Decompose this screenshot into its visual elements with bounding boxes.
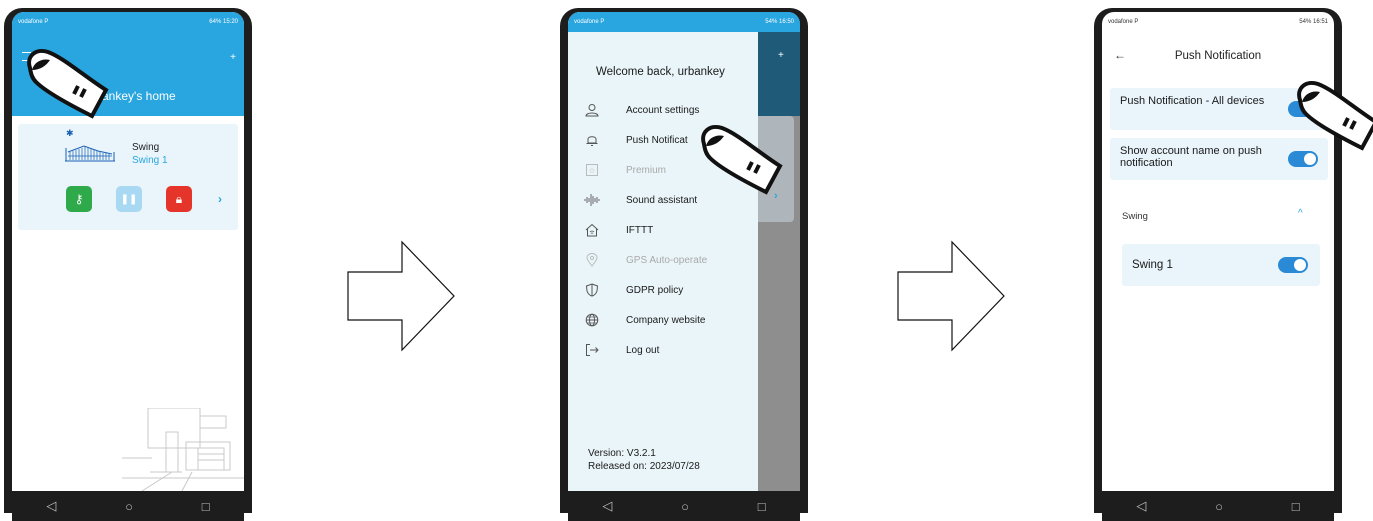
swing-gate-icon (65, 145, 115, 162)
menu-item-company-website[interactable]: Company website (584, 310, 754, 330)
setting-label: Show account name on push notification (1120, 145, 1262, 169)
status-bar: vodafone P 54% 16:50 (568, 12, 800, 32)
status-right: 54% 16:51 (1299, 19, 1328, 25)
pause-button[interactable]: ❚❚ (116, 186, 142, 212)
system-nav-bar: ◁ ○ □ (1102, 491, 1334, 521)
page-title: Push Notification (1174, 50, 1262, 62)
phone-frame-home: vodafone P 64% 15:20 + ankey's home ✱ Sw… (4, 8, 252, 521)
menu-label: GPS Auto-operate (626, 254, 708, 266)
nav-back-button[interactable]: ◁ (602, 498, 612, 514)
svg-text:☆: ☆ (588, 166, 595, 175)
menu-label: Company website (626, 314, 706, 326)
clock-text: 16:51 (1312, 19, 1328, 25)
add-icon[interactable]: + (230, 52, 236, 63)
device-card[interactable]: ✱ Swing Swing 1 ⚷ ❚❚ 🔒︎ › (18, 124, 238, 230)
chevron-right-icon[interactable]: › (218, 192, 222, 206)
menu-label: Account settings (626, 104, 700, 116)
bluetooth-icon: ✱ (66, 128, 74, 138)
logout-icon (584, 342, 600, 358)
soundwave-icon (584, 192, 600, 208)
menu-label: Premium (626, 164, 667, 176)
menu-item-account-settings[interactable]: Account settings (584, 100, 754, 120)
step-arrow-icon (897, 240, 1005, 352)
version-info: Version: V3.2.1 Released on: 2023/07/28 (588, 447, 700, 473)
menu-label: GDPR policy (626, 284, 684, 296)
finger-tap-icon (701, 125, 783, 195)
carrier-text: vodafone P (1108, 19, 1139, 25)
carrier-text: vodafone P (574, 19, 605, 25)
menu-screen: › + vodafone P 54% 16:50 Welcome back, u… (568, 12, 800, 491)
welcome-text: Welcome back, urbankey (596, 66, 725, 78)
clock-text: 15:20 (222, 19, 238, 25)
release-date-text: Released on: 2023/07/28 (588, 461, 700, 472)
menu-label: Log out (626, 344, 660, 356)
menu-item-log-out[interactable]: Log out (584, 340, 754, 360)
star-icon: ☆ (584, 162, 600, 178)
status-bar: vodafone P 54% 16:51 (1102, 12, 1334, 32)
battery-text: 54% (765, 19, 778, 25)
finger-tap-icon (1297, 81, 1373, 151)
status-right: 54% 16:50 (765, 19, 794, 25)
system-nav-bar: ◁ ○ □ (12, 491, 244, 521)
pause-icon: ❚❚ (120, 193, 138, 205)
version-text: Version: V3.2.1 (588, 448, 656, 459)
nav-home-button[interactable]: ○ (125, 499, 133, 514)
menu-label: IFTTT (626, 224, 654, 236)
key-button[interactable]: ⚷ (66, 186, 92, 212)
shield-icon (584, 282, 600, 298)
setting-device-swing-1: Swing 1 (1122, 244, 1320, 286)
dimmed-background[interactable]: › + (758, 12, 800, 491)
nav-home-button[interactable]: ○ (1215, 499, 1223, 514)
battery-text: 64% (209, 19, 222, 25)
carrier-text: vodafone P (18, 19, 49, 25)
home-wifi-icon (584, 222, 600, 238)
finger-tap-icon (27, 49, 109, 119)
step-arrow-icon (347, 240, 455, 352)
phone-frame-push-notification: vodafone P 54% 16:51 ← Push Notification… (1094, 8, 1373, 521)
chevron-up-icon[interactable]: ^ (1298, 208, 1303, 219)
device-label: Swing 1 (1132, 259, 1173, 271)
lock-button[interactable]: 🔒︎ (166, 186, 192, 212)
house-illustration (122, 408, 244, 491)
menu-label: Sound assistant (626, 194, 698, 206)
nav-home-button[interactable]: ○ (681, 499, 689, 514)
nav-back-button[interactable]: ◁ (1136, 498, 1146, 514)
device-name: Swing (132, 142, 160, 153)
nav-recent-button[interactable]: □ (1292, 499, 1300, 514)
device-subname: Swing 1 (132, 155, 168, 166)
menu-label: Push Notificat (626, 134, 688, 146)
swing-1-toggle[interactable] (1278, 257, 1308, 273)
menu-item-ifttt[interactable]: IFTTT (584, 220, 754, 240)
globe-icon (584, 312, 600, 328)
phone-frame-menu: › + vodafone P 54% 16:50 Welcome back, u… (560, 8, 808, 521)
lock-icon: 🔒︎ (175, 191, 183, 206)
nav-recent-button[interactable]: □ (202, 499, 210, 514)
user-icon (584, 102, 600, 118)
side-drawer: vodafone P 54% 16:50 Welcome back, urban… (568, 12, 800, 491)
bell-icon (584, 132, 600, 148)
status-right: 64% 15:20 (209, 19, 238, 25)
key-icon: ⚷ (74, 192, 84, 206)
menu-item-gps-auto-operate[interactable]: GPS Auto-operate (584, 250, 754, 270)
location-icon (584, 252, 600, 268)
clock-text: 16:50 (778, 19, 794, 25)
group-label: Swing (1122, 211, 1148, 222)
menu-item-gdpr-policy[interactable]: GDPR policy (584, 280, 754, 300)
nav-recent-button[interactable]: □ (758, 499, 766, 514)
nav-back-button[interactable]: ◁ (46, 498, 56, 514)
setting-label: Push Notification - All devices (1120, 95, 1265, 107)
status-bar: vodafone P 64% 15:20 (12, 12, 244, 32)
battery-text: 54% (1299, 19, 1312, 25)
system-nav-bar: ◁ ○ □ (568, 491, 800, 521)
